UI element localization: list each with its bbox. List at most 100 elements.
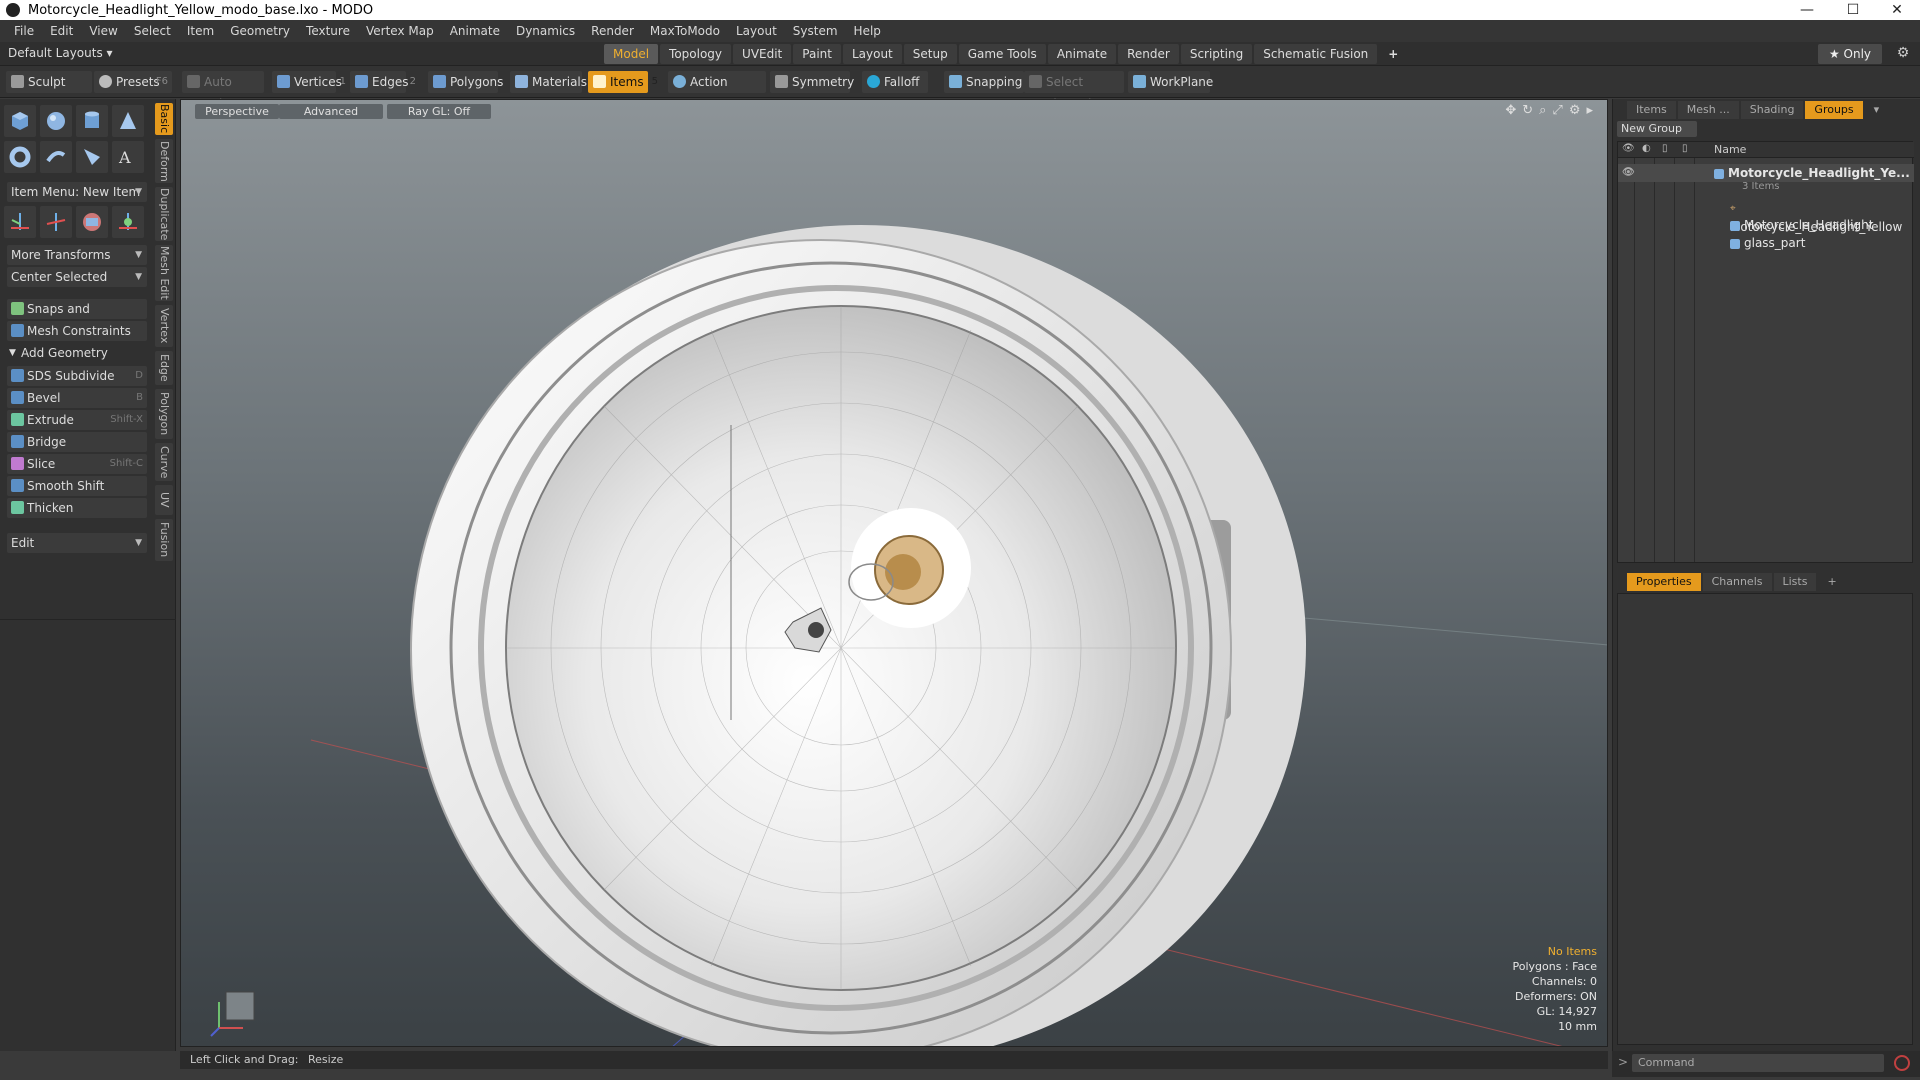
center-selected-dropdown[interactable]: Center Selected ▼	[7, 267, 147, 287]
presets-button[interactable]: Presets F6	[94, 71, 172, 93]
scale-tool-button[interactable]	[76, 206, 108, 238]
menu-view[interactable]: View	[81, 24, 125, 38]
more-transforms-dropdown[interactable]: More Transforms ▼	[7, 245, 147, 265]
tab-groups[interactable]: Groups	[1805, 101, 1863, 119]
sphere-primitive-button[interactable]	[40, 105, 72, 137]
child-row[interactable]: Motorcycle_Headlight	[1618, 216, 1914, 234]
materials-icon	[515, 75, 528, 88]
snaps-precision-button[interactable]: Snaps and Precision	[7, 299, 147, 336]
tab-layout[interactable]: Layout	[842, 44, 902, 64]
cone-primitive-button[interactable]	[112, 105, 144, 137]
menu-file[interactable]: File	[6, 24, 42, 38]
vtab-curve[interactable]: Curve	[155, 443, 173, 481]
mesh-constraints-button[interactable]: Mesh Constraints	[7, 321, 147, 341]
tab-uvedit[interactable]: UVEdit	[733, 44, 792, 64]
select-through-button[interactable]: Select Through	[1024, 71, 1124, 111]
smooth-shift-button[interactable]: Smooth Shift	[7, 476, 147, 496]
menu-help[interactable]: Help	[846, 24, 889, 38]
minimize-button[interactable]: —	[1784, 0, 1830, 20]
cube-primitive-button[interactable]	[4, 105, 36, 137]
tab-schematic-fusion[interactable]: Schematic Fusion	[1254, 44, 1378, 64]
torus-primitive-button[interactable]	[4, 141, 36, 173]
gear-icon[interactable]: ⚙	[1894, 45, 1912, 63]
menu-render[interactable]: Render	[583, 24, 642, 38]
menu-select[interactable]: Select	[126, 24, 179, 38]
bridge-button[interactable]: Bridge	[7, 432, 147, 452]
menu-maxtomodo[interactable]: MaxToModo	[642, 24, 728, 38]
menu-layout[interactable]: Layout	[728, 24, 785, 38]
move-tool-button[interactable]	[4, 206, 36, 238]
tab-mesh[interactable]: Mesh ...	[1677, 101, 1739, 119]
vertices-button[interactable]: Vertices 1	[272, 71, 346, 93]
tab-render[interactable]: Render	[1118, 44, 1179, 64]
bevel-button[interactable]: Bevel B	[7, 388, 147, 408]
pen-primitive-button[interactable]	[76, 141, 108, 173]
tab-scripting[interactable]: Scripting	[1180, 44, 1253, 64]
extrude-button[interactable]: Extrude Shift-X	[7, 410, 147, 430]
vtab-fusion[interactable]: Fusion	[155, 519, 173, 561]
3d-viewport[interactable]: Perspective Advanced Ray GL: Off ✥ ↻ ⌕ ⤢…	[180, 99, 1608, 1047]
polygons-button[interactable]: Polygons	[428, 71, 503, 93]
maximize-button[interactable]: ☐	[1830, 0, 1876, 20]
cylinder-primitive-button[interactable]	[76, 105, 108, 137]
add-tab-icon[interactable]: +	[1818, 573, 1845, 591]
snapping-button[interactable]: Snapping	[944, 71, 1024, 93]
sculpt-button[interactable]: Sculpt	[6, 71, 92, 93]
child-row[interactable]: ⌖ Motorcycle_Headlight_Yellow	[1618, 198, 1914, 234]
menu-animate[interactable]: Animate	[442, 24, 508, 38]
edit-dropdown[interactable]: Edit ▼	[7, 533, 147, 553]
action-center-button[interactable]: Action Center	[668, 71, 766, 111]
tab-properties[interactable]: Properties	[1627, 573, 1701, 591]
symmetry-button[interactable]: Symmetry	[770, 71, 854, 93]
workplane-button[interactable]: WorkPlane	[1128, 71, 1213, 93]
text-primitive-button[interactable]: A	[112, 141, 144, 173]
vtab-vertex[interactable]: Vertex	[155, 305, 173, 347]
tab-model[interactable]: Model	[604, 44, 659, 64]
tab-channels[interactable]: Channels	[1702, 573, 1772, 591]
materials-button[interactable]: Materials	[510, 71, 587, 93]
sds-subdivide-button[interactable]: SDS Subdivide D	[7, 366, 147, 386]
tab-items[interactable]: Items	[1627, 101, 1676, 119]
tab-paint[interactable]: Paint	[793, 44, 841, 64]
child-row[interactable]: glass_part	[1618, 234, 1914, 252]
auto-select-button[interactable]: Auto Select	[182, 71, 264, 111]
vtab-mesh-edit[interactable]: Mesh Edit	[155, 245, 173, 301]
command-input[interactable]: Command	[1632, 1054, 1884, 1072]
tab-topology[interactable]: Topology	[660, 44, 732, 64]
tab-animate[interactable]: Animate	[1047, 44, 1117, 64]
add-geometry-header[interactable]: ▼ Add Geometry	[7, 344, 147, 362]
thicken-button[interactable]: Thicken	[7, 498, 147, 518]
items-button[interactable]: Items 5	[588, 71, 658, 93]
menu-geometry[interactable]: Geometry	[222, 24, 298, 38]
vtab-polygon[interactable]: Polygon	[155, 389, 173, 439]
tab-more-dropdown[interactable]: ▾	[1865, 101, 1889, 119]
menu-edit[interactable]: Edit	[42, 24, 81, 38]
default-layouts-dropdown[interactable]: Default Layouts ▾	[8, 46, 113, 60]
vtab-basic[interactable]: Basic	[155, 103, 173, 135]
add-tab-button[interactable]: +	[1379, 44, 1407, 64]
only-toggle[interactable]: ★ Only	[1818, 44, 1882, 64]
tab-lists[interactable]: Lists	[1773, 573, 1817, 591]
tab-game-tools[interactable]: Game Tools	[958, 44, 1046, 64]
menu-dynamics[interactable]: Dynamics	[508, 24, 583, 38]
menu-system[interactable]: System	[785, 24, 846, 38]
tab-setup[interactable]: Setup	[903, 44, 957, 64]
vtab-edge[interactable]: Edge	[155, 351, 173, 385]
close-button[interactable]: ✕	[1874, 0, 1920, 20]
menu-vertex-map[interactable]: Vertex Map	[358, 24, 442, 38]
tab-shading[interactable]: Shading	[1740, 101, 1804, 119]
vtab-duplicate[interactable]: Duplicate	[155, 187, 173, 241]
menu-item[interactable]: Item	[179, 24, 222, 38]
new-group-button[interactable]: New Group	[1617, 121, 1697, 137]
transform-tool-button[interactable]	[112, 206, 144, 238]
slice-button[interactable]: Slice Shift-C	[7, 454, 147, 474]
tube-primitive-button[interactable]	[40, 141, 72, 173]
rotate-tool-button[interactable]	[40, 206, 72, 238]
menu-texture[interactable]: Texture	[298, 24, 358, 38]
edges-button[interactable]: Edges 2	[350, 71, 416, 93]
record-icon[interactable]	[1894, 1055, 1910, 1071]
vtab-deform[interactable]: Deform	[155, 139, 173, 183]
falloff-button[interactable]: Falloff	[862, 71, 928, 93]
item-menu-dropdown[interactable]: Item Menu: New Item ▼	[7, 182, 147, 202]
vtab-uv[interactable]: UV	[155, 485, 173, 515]
